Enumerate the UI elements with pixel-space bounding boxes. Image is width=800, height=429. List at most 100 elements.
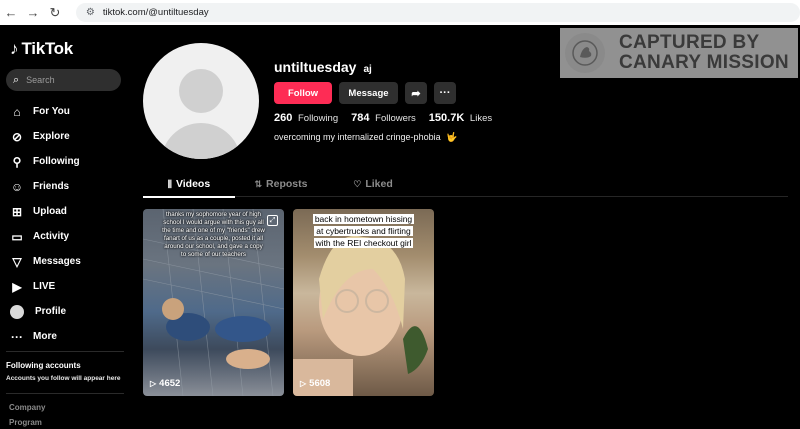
home-icon: ⌂ <box>13 104 21 119</box>
following-accounts-hint: Accounts you follow will appear here <box>6 375 121 382</box>
bio: overcoming my internalized cringe-phobia… <box>274 132 457 143</box>
search-input[interactable] <box>26 75 107 85</box>
sidebar-item-activity[interactable]: ▭ Activity <box>8 224 81 249</box>
send-icon: ▽ <box>12 254 22 269</box>
video-card[interactable]: back in hometown hissing at cybertrucks … <box>293 209 434 396</box>
sidebar-item-label: Friends <box>33 181 70 192</box>
follow-button[interactable]: Follow <box>274 82 332 104</box>
sidebar-item-label: Following <box>33 156 80 167</box>
username-row: untiltuesday aj <box>274 59 372 75</box>
forward-button[interactable]: → <box>22 0 44 25</box>
sidebar: ♪ TikTok ⌕ ⌂ For You ⊘ Explore ⚲ Followi… <box>0 25 132 429</box>
followers-label: Followers <box>375 113 416 124</box>
sidebar-item-profile[interactable]: Profile <box>8 299 81 324</box>
more-options-icon[interactable]: ··· <box>434 82 456 104</box>
username: untiltuesday <box>274 59 357 75</box>
divider <box>6 351 124 352</box>
footer-link-program[interactable]: Program <box>9 418 42 427</box>
sidebar-item-label: Activity <box>33 231 70 242</box>
sidebar-item-explore[interactable]: ⊘ Explore <box>8 124 81 149</box>
sidebar-item-more[interactable]: ··· More <box>8 324 81 349</box>
address-bar[interactable]: ⚙ tiktok.com/@untiltuesday <box>75 3 800 22</box>
back-button[interactable]: ← <box>0 0 22 25</box>
more-dots-icon: ··· <box>11 329 23 344</box>
divider <box>6 393 124 394</box>
sidebar-item-label: More <box>33 331 57 342</box>
sidebar-item-label: Messages <box>33 256 81 267</box>
watermark-line: CAPTURED BY <box>619 32 760 53</box>
likes-label: Likes <box>469 113 493 124</box>
tab-liked[interactable]: ♡ Liked <box>327 171 419 197</box>
watermark-line: CANARY MISSION <box>619 52 789 73</box>
browser-toolbar: ← → ↻ ⚙ tiktok.com/@untiltuesday <box>0 0 800 25</box>
followers-stat[interactable]: 784 Followers <box>351 112 416 124</box>
caption-line: at cybertrucks and flirting <box>314 226 413 236</box>
followers-count: 784 <box>351 112 370 124</box>
sidebar-item-label: Profile <box>35 306 67 317</box>
likes-stat: 150.7K Likes <box>429 112 492 124</box>
site-info-icon[interactable]: ⚙ <box>86 7 95 18</box>
sidebar-item-upload[interactable]: ⊞ Upload <box>8 199 81 224</box>
sidebar-item-label: Explore <box>33 131 70 142</box>
bio-text: overcoming my internalized cringe-phobia <box>274 132 441 142</box>
search-box[interactable]: ⌕ <box>6 69 121 91</box>
sidebar-item-friends[interactable]: ☺ Friends <box>8 174 81 199</box>
grid-icon: ⫼ <box>167 178 172 189</box>
tab-reposts[interactable]: ⇅ Reposts <box>235 171 327 197</box>
avatar-body-shape <box>161 123 241 159</box>
bio-emoji: 🤟 <box>446 132 458 142</box>
footer-link-company[interactable]: Company <box>9 403 45 412</box>
sidebar-item-messages[interactable]: ▽ Messages <box>8 249 81 274</box>
avatar <box>10 304 24 319</box>
canary-bird-icon <box>565 33 605 73</box>
url-text[interactable]: tiktok.com/@untiltuesday <box>103 7 209 18</box>
video-caption: thanks my sophomore year of high school … <box>162 211 265 258</box>
heart-icon: ♡ <box>353 178 362 189</box>
following-label: Following <box>298 113 339 124</box>
sidebar-item-following[interactable]: ⚲ Following <box>8 149 81 174</box>
photo-mode-icon: ⤢ <box>267 215 278 226</box>
share-icon[interactable]: ➦ <box>405 82 427 104</box>
caption-line: with the REI checkout girl <box>313 238 414 248</box>
avatar-head-shape <box>179 69 223 113</box>
profile-main: untiltuesday aj Follow Message ➦ ··· 260… <box>132 25 800 429</box>
message-button[interactable]: Message <box>339 82 398 104</box>
following-count: 260 <box>274 112 293 124</box>
profile-stats: 260 Following 784 Followers 150.7K Likes <box>274 112 492 124</box>
sidebar-nav: ⌂ For You ⊘ Explore ⚲ Following ☺ Friend… <box>8 99 81 349</box>
tab-videos[interactable]: ⫼ Videos <box>143 171 235 198</box>
following-stat[interactable]: 260 Following <box>274 112 338 124</box>
video-grid: thanks my sophomore year of high school … <box>143 209 434 396</box>
user-plus-icon: ⚲ <box>12 154 22 169</box>
reload-button[interactable]: ↻ <box>44 0 66 25</box>
tab-label: Liked <box>365 178 393 190</box>
sidebar-item-label: For You <box>33 106 70 117</box>
likes-count: 150.7K <box>428 112 465 124</box>
caption-line: back in hometown hissing <box>312 214 415 224</box>
video-card[interactable]: thanks my sophomore year of high school … <box>143 209 284 396</box>
watermark: CAPTURED BY CANARY MISSION <box>560 28 798 78</box>
view-count-value: 4652 <box>159 378 181 389</box>
sidebar-item-live[interactable]: ▶ LIVE <box>8 274 81 299</box>
repost-icon: ⇅ <box>254 178 263 189</box>
play-icon: ▷ <box>300 379 307 388</box>
nickname: aj <box>363 64 372 75</box>
play-icon: ▷ <box>150 379 157 388</box>
sidebar-item-for-you[interactable]: ⌂ For You <box>8 99 81 124</box>
view-count: ▷ 4652 <box>150 378 180 389</box>
tiktok-note-icon: ♪ <box>10 39 19 58</box>
tiktok-logo[interactable]: ♪ TikTok <box>10 39 73 59</box>
tab-label: Reposts <box>266 178 308 190</box>
video-caption: back in hometown hissing at cybertrucks … <box>297 213 430 249</box>
tab-label: Videos <box>175 178 211 190</box>
live-icon: ▶ <box>12 279 22 294</box>
friends-icon: ☺ <box>10 179 24 194</box>
profile-tabs: ⫼ Videos ⇅ Reposts ♡ Liked <box>143 171 788 198</box>
sidebar-item-label: LIVE <box>33 281 56 292</box>
sidebar-item-label: Upload <box>33 206 67 217</box>
view-count-value: 5608 <box>309 378 331 389</box>
view-count: ▷ 5608 <box>300 378 330 389</box>
message-box-icon: ▭ <box>11 229 23 244</box>
profile-actions: Follow Message ➦ ··· <box>274 82 456 104</box>
logo-text: TikTok <box>21 39 74 58</box>
